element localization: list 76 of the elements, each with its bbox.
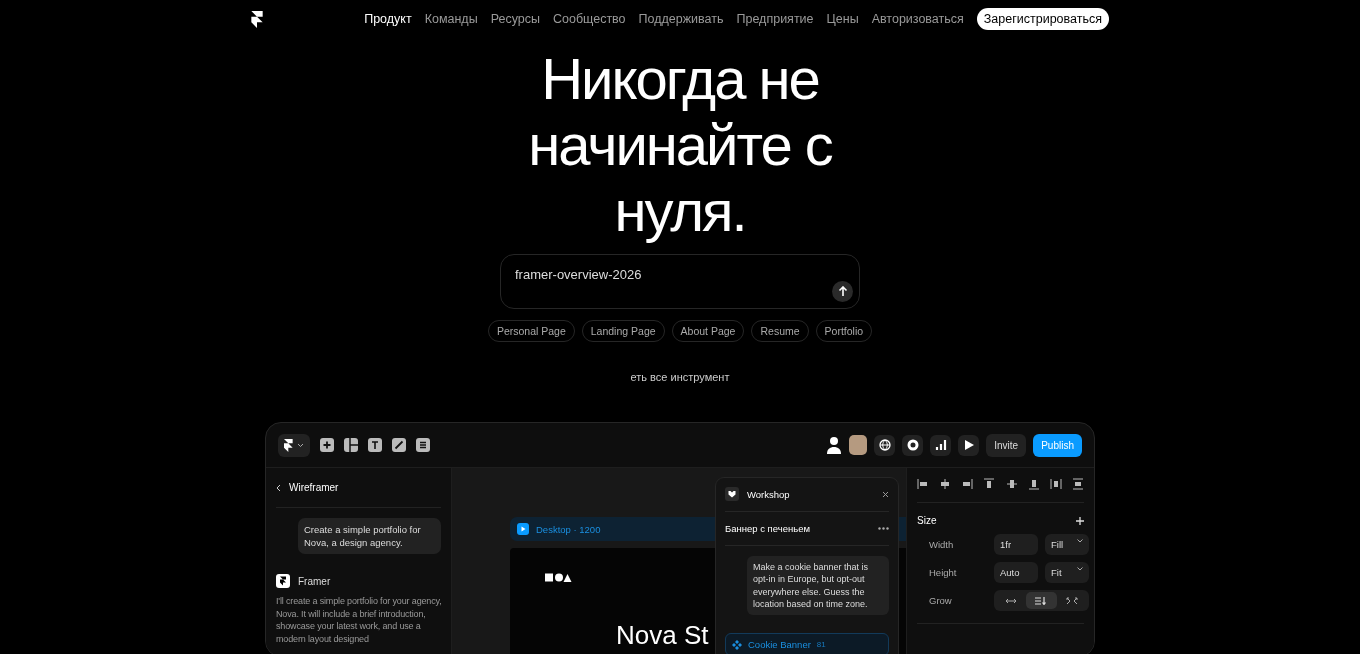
- logo-icon: [276, 574, 290, 588]
- invite-button[interactable]: Invite: [986, 433, 1027, 457]
- nav-link[interactable]: Поддерживать: [638, 12, 724, 26]
- align-top-icon[interactable]: [983, 478, 996, 490]
- prompt-field[interactable]: framer-overview-2026: [500, 254, 860, 309]
- component-title: Баннер с печеньем: [725, 523, 810, 534]
- plus-icon[interactable]: [1076, 516, 1084, 525]
- user-message: Create a simple portfolio for Nova, a design agency.: [298, 518, 441, 554]
- logo-icon[interactable]: [251, 10, 263, 28]
- user-silhouette-icon: [826, 436, 843, 454]
- workshop-title: Workshop: [747, 488, 790, 500]
- component-icon: [732, 639, 742, 650]
- property-label: Height: [929, 567, 958, 578]
- play-icon: [962, 439, 975, 451]
- back-chevron-icon[interactable]: [276, 483, 281, 492]
- globe-button[interactable]: [874, 434, 896, 456]
- bar-chart-icon: [934, 439, 947, 451]
- align-right-icon[interactable]: [961, 478, 974, 490]
- align-bottom-icon[interactable]: [1027, 478, 1040, 490]
- align-left-icon[interactable]: [917, 478, 929, 490]
- component-name: Cookie Banner: [748, 639, 811, 651]
- value-field[interactable]: Auto: [994, 562, 1038, 583]
- login-link[interactable]: Авторизоваться: [871, 12, 964, 26]
- section-title: Size: [917, 515, 937, 526]
- grow-option[interactable]: [1026, 592, 1057, 609]
- expand-icon: [1065, 596, 1078, 605]
- nav-link[interactable]: Цены: [826, 12, 859, 26]
- close-icon[interactable]: [882, 490, 889, 498]
- mode-dropdown[interactable]: Fit: [1045, 562, 1089, 583]
- shapes-logo-icon: [545, 573, 572, 582]
- nav-link[interactable]: Продукт: [364, 12, 412, 26]
- more-icon[interactable]: [878, 527, 889, 530]
- hero-title: Никогда не начинайте с нуля.: [527, 46, 833, 244]
- logo-icon: [284, 438, 293, 452]
- align-center-icon[interactable]: [939, 478, 952, 490]
- more-link[interactable]: еть все инструмент: [630, 371, 730, 383]
- nav-link[interactable]: Предприятие: [736, 12, 814, 26]
- align-middle-icon[interactable]: [1005, 478, 1018, 490]
- avatar-placeholder: [849, 435, 868, 455]
- value-field[interactable]: 1fr: [994, 534, 1038, 555]
- frame-name: Desktop · 1200: [536, 523, 601, 535]
- property-label: Width: [929, 539, 955, 550]
- caret-icon: [1077, 539, 1083, 543]
- stack-down-icon: [1035, 596, 1048, 605]
- property-label: Grow: [929, 595, 953, 606]
- play-button[interactable]: [958, 434, 980, 456]
- play-icon: [517, 523, 529, 535]
- arrow-up-icon: [837, 286, 848, 297]
- pen-icon[interactable]: [392, 438, 406, 452]
- nav-link[interactable]: Сообщество: [552, 12, 626, 26]
- caret-icon: [297, 442, 304, 448]
- text-icon[interactable]: [368, 438, 382, 452]
- nav-link[interactable]: Ресурсы: [490, 12, 540, 26]
- logo-menu-button[interactable]: [278, 433, 310, 457]
- frame-heading: Nova St: [616, 620, 709, 651]
- assistant-message: I'll create a simple portfolio for your agency, Nova. It will include a brief introduction, showcase your latest work, and use a modern layout designed: [276, 595, 443, 645]
- database-icon[interactable]: [416, 438, 430, 452]
- nav-link[interactable]: Команды: [424, 12, 478, 26]
- caret-icon: [1077, 567, 1083, 571]
- distribute-horizontal-icon[interactable]: [1049, 478, 1062, 490]
- assistant-name: Framer: [298, 575, 331, 587]
- distribute-vertical-icon[interactable]: [1072, 478, 1084, 490]
- send-button[interactable]: [832, 281, 853, 302]
- user-message: Make a cookie banner that is opt-in in Europe, but opt-out everywhere else. Guess the location based on time zone.: [747, 556, 889, 616]
- bar-chart-button[interactable]: [930, 434, 952, 456]
- horizontal-arrows-icon: [1005, 596, 1018, 605]
- mode-dropdown[interactable]: Fill: [1045, 534, 1089, 555]
- component-chip[interactable]: Cookie Banner 81: [725, 633, 889, 654]
- globe-icon: [878, 439, 891, 451]
- ring-icon: [906, 439, 919, 451]
- signup-button[interactable]: Зарегистрироваться: [976, 8, 1109, 30]
- plus-icon[interactable]: [320, 438, 334, 452]
- component-count: 81: [816, 640, 826, 650]
- ring-button[interactable]: [902, 434, 924, 456]
- layout-icon[interactable]: [344, 438, 358, 452]
- panel-title: Wireframer: [289, 482, 339, 493]
